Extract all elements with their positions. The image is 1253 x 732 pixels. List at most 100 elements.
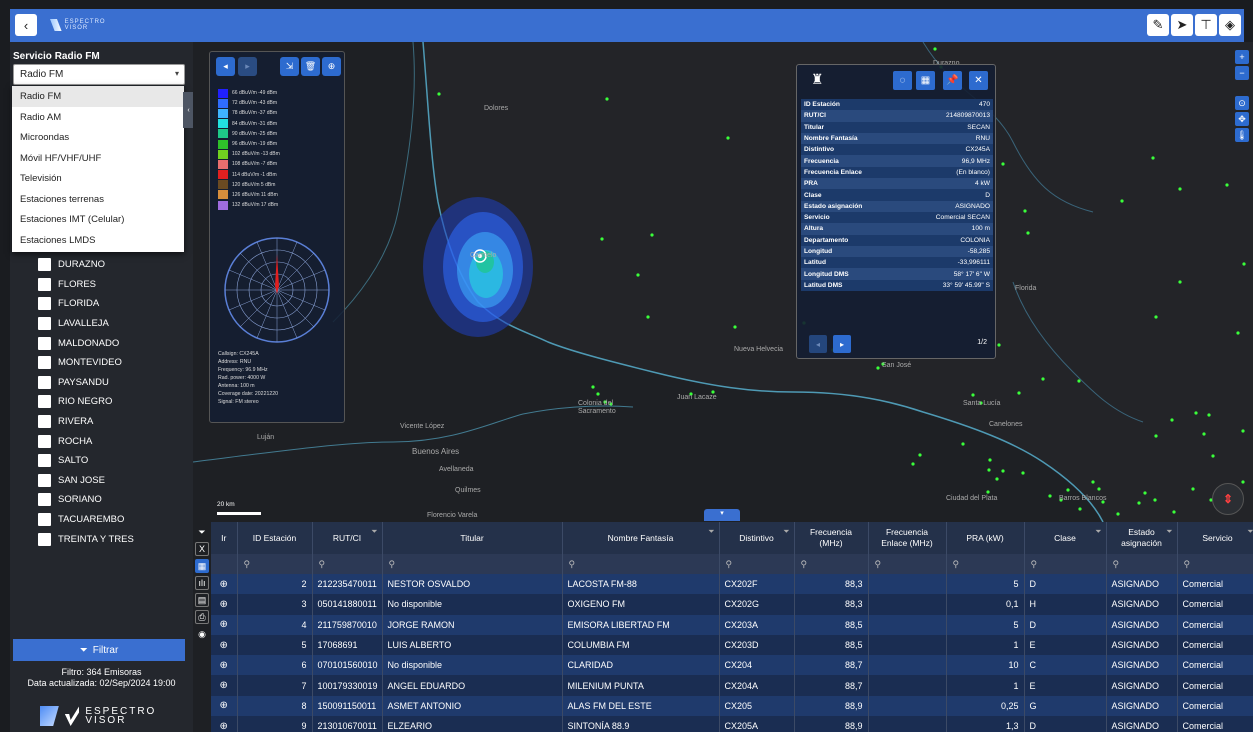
department-item[interactable]: RIO NEGRO — [38, 392, 134, 412]
next-button[interactable]: ▸ — [238, 57, 257, 76]
filter-icon[interactable]: ⏷ — [708, 526, 714, 537]
dropdown-option[interactable]: Estaciones LMDS — [12, 230, 184, 251]
department-item[interactable]: PAYSANDU — [38, 373, 134, 393]
excel-export-icon[interactable]: X — [195, 542, 209, 556]
hide-button[interactable]: ◌ — [893, 71, 912, 90]
zoom-in-button[interactable]: + — [1235, 50, 1249, 64]
search-icon[interactable]: ⚲ — [1106, 554, 1178, 574]
column-header[interactable]: Estado asignación ⏷ — [1106, 522, 1178, 554]
search-icon[interactable]: ⚲ — [868, 554, 947, 574]
checkbox[interactable] — [38, 277, 51, 291]
dropdown-option[interactable]: Radio AM — [12, 107, 184, 128]
close-button[interactable]: ✕ — [969, 71, 988, 90]
prev-station-button[interactable]: ◂ — [809, 335, 827, 353]
department-item[interactable]: ROCHA — [38, 431, 134, 451]
column-header[interactable]: Distintivo ⏷ — [719, 522, 795, 554]
grid-toggle-button[interactable]: ▾ — [704, 509, 740, 521]
delete-button[interactable]: 🗑 — [301, 57, 320, 76]
next-station-button[interactable]: ▸ — [833, 335, 851, 353]
go-to-station-icon[interactable]: ⊕ — [211, 594, 238, 615]
department-item[interactable]: TREINTA Y TRES — [38, 529, 134, 549]
compass-button[interactable]: ✥ — [1235, 112, 1249, 126]
table-row[interactable]: ⊕ 2 212235470011 NESTOR OSVALDO LACOSTA FM-8… — [211, 574, 1253, 595]
table-row[interactable]: ⊕ 8 150091150011 ASMET ANTONIO ALAS FM DEL E… — [211, 695, 1253, 717]
filter-icon[interactable]: ⏷ — [371, 526, 377, 537]
go-to-station-icon[interactable]: ⊕ — [211, 574, 238, 595]
search-icon[interactable]: ⚲ — [312, 554, 383, 574]
checkbox[interactable] — [38, 395, 51, 409]
filter-button[interactable]: ⏷ Filtrar — [13, 639, 185, 661]
export-button[interactable]: ⇲ — [280, 57, 299, 76]
department-item[interactable]: FLORES — [38, 275, 134, 295]
center-button[interactable]: ⊕ — [322, 57, 341, 76]
go-to-station-icon[interactable]: ⊕ — [211, 614, 238, 635]
table-button[interactable]: ▦ — [916, 71, 935, 90]
dropdown-option[interactable]: Estaciones terrenas — [12, 189, 184, 210]
search-icon[interactable]: ⚲ — [794, 554, 869, 574]
go-to-station-icon[interactable]: ⊕ — [211, 634, 238, 656]
checkbox[interactable] — [38, 415, 51, 429]
search-icon[interactable]: ⚲ — [237, 554, 313, 574]
temperature-button[interactable]: 🌡 — [1235, 128, 1249, 142]
search-icon[interactable]: ⚲ — [946, 554, 1025, 574]
department-item[interactable]: TACUAREMBO — [38, 510, 134, 530]
department-item[interactable]: SAN JOSE — [38, 471, 134, 491]
table-row[interactable]: ⊕ 3 050141880011 No disponible OXIGENO FM CX2… — [211, 594, 1253, 615]
table-icon[interactable]: ▦ — [195, 559, 209, 573]
report-icon[interactable]: ▤ — [195, 593, 209, 607]
table-row[interactable]: ⊕ 6 070101560010 No disponible CLARIDAD CX204… — [211, 655, 1253, 676]
column-header[interactable]: Frecuencia (MHz) — [794, 522, 869, 554]
dropdown-option[interactable]: Móvil HF/VHF/UHF — [12, 148, 184, 169]
go-to-station-icon[interactable]: ⊕ — [211, 675, 238, 696]
eye-icon[interactable]: ◉ — [195, 627, 209, 641]
go-to-station-icon[interactable]: ⊕ — [211, 695, 238, 717]
checkbox[interactable] — [38, 375, 51, 389]
search-icon[interactable]: ⚲ — [1024, 554, 1107, 574]
department-item[interactable]: DURAZNO — [38, 255, 134, 275]
checkbox[interactable] — [38, 336, 51, 350]
prev-button[interactable]: ◂ — [216, 57, 235, 76]
go-to-station-icon[interactable]: ⊕ — [211, 716, 238, 732]
column-header[interactable]: PRA (kW) — [946, 522, 1025, 554]
filter-icon[interactable]: ⏷ — [1166, 526, 1172, 537]
department-item[interactable]: SORIANO — [38, 490, 134, 510]
zoom-out-button[interactable]: − — [1235, 66, 1249, 80]
column-header[interactable]: Ir — [211, 522, 238, 554]
go-to-station-icon[interactable]: ⊕ — [211, 655, 238, 676]
column-header[interactable]: Clase ⏷ — [1024, 522, 1107, 554]
table-row[interactable]: ⊕ 7 100179330019 ANGEL EDUARDO MILENIUM PUNT… — [211, 675, 1253, 696]
back-button[interactable]: ‹ — [15, 14, 37, 36]
department-item[interactable]: SALTO — [38, 451, 134, 471]
dropdown-option[interactable]: Estaciones IMT (Celular) — [12, 209, 184, 230]
layers-button[interactable]: ◈ — [1219, 14, 1241, 36]
service-select[interactable]: Radio FM ▾ — [13, 64, 185, 85]
dropdown-option[interactable]: Radio FM — [12, 86, 184, 107]
search-icon[interactable]: ⚲ — [719, 554, 795, 574]
checkbox[interactable] — [38, 454, 51, 468]
checkbox[interactable] — [38, 513, 51, 527]
checkbox[interactable] — [38, 532, 51, 546]
checkbox[interactable] — [38, 493, 51, 507]
column-header[interactable]: RUT/CI ⏷ — [312, 522, 383, 554]
dropdown-option[interactable]: Microondas — [12, 127, 184, 148]
draw-tool-button[interactable]: ✎ — [1147, 14, 1169, 36]
department-item[interactable]: MONTEVIDEO — [38, 353, 134, 373]
table-row[interactable]: ⊕ 5 17068691 LUIS ALBERTO COLUMBIA FM CX203D 8… — [211, 634, 1253, 656]
table-row[interactable]: ⊕ 4 211759870010 JORGE RAMON EMISORA LIBERTA… — [211, 614, 1253, 635]
north-arrow-button[interactable]: ⇕ — [1212, 483, 1244, 515]
filter-icon[interactable]: ⏷ — [783, 526, 789, 537]
pdf-icon[interactable]: ⎙ — [195, 610, 209, 624]
checkbox[interactable] — [38, 258, 51, 272]
checkbox[interactable] — [38, 317, 51, 331]
locate-button[interactable]: ⊙ — [1235, 96, 1249, 110]
column-header[interactable]: Frecuencia Enlace (MHz) — [868, 522, 947, 554]
filter-icon[interactable]: ⏷ — [195, 525, 209, 539]
department-item[interactable]: RIVERA — [38, 412, 134, 432]
column-header[interactable]: Nombre Fantasía ⏷ — [562, 522, 720, 554]
pin-button[interactable]: 📌 — [943, 71, 962, 90]
filter-icon[interactable]: ⏷ — [1095, 526, 1101, 537]
filter-icon[interactable]: ⏷ — [1247, 526, 1253, 537]
checkbox[interactable] — [38, 356, 51, 370]
checkbox[interactable] — [38, 473, 51, 487]
search-icon[interactable]: ⚲ — [562, 554, 720, 574]
